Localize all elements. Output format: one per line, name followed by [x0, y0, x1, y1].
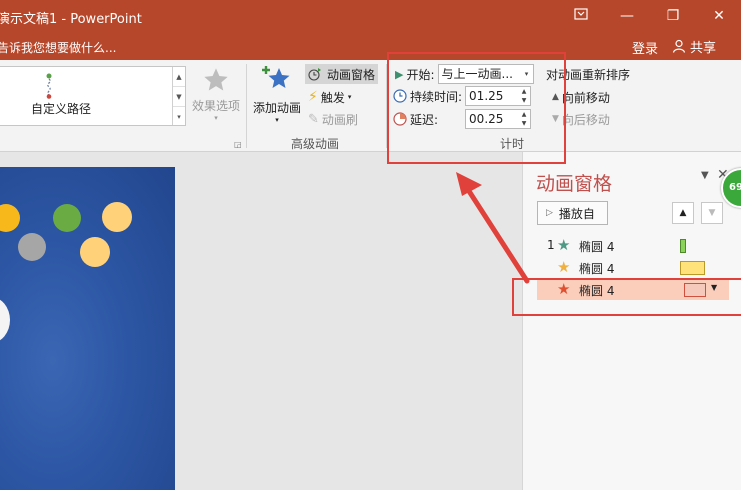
annotation-arrow	[456, 172, 530, 284]
